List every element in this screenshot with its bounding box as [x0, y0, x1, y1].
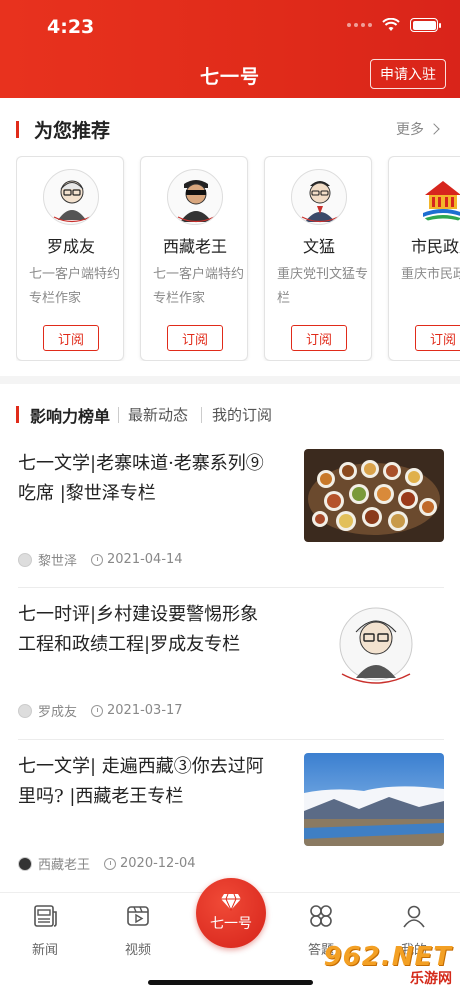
article-thumbnail — [304, 600, 444, 693]
tab-latest-news[interactable]: 最新动态 — [128, 404, 188, 425]
article-date: 2021-03-17 — [107, 703, 183, 718]
article-item[interactable]: 七一文学| 走遍西藏③你去过阿里吗? |西藏老王专栏 西藏老王 2020-12-… — [18, 752, 444, 877]
clock-icon — [91, 553, 104, 566]
author-card[interactable]: 市民政府 重庆市民政府 订阅 — [388, 156, 460, 361]
more-link[interactable]: 更多 — [396, 119, 440, 139]
author-desc: 重庆党刊文猛专栏 — [277, 267, 369, 306]
status-indicators — [347, 18, 441, 32]
author-avatar — [43, 169, 99, 225]
author-name: 市民政府 — [410, 237, 460, 256]
tab-my-subscriptions[interactable]: 我的订阅 — [212, 404, 272, 425]
newspaper-icon — [34, 905, 57, 927]
author-card[interactable]: 罗成友 七一客户端特约专栏作家 订阅 — [16, 156, 124, 361]
author-name: 西藏老王 — [162, 237, 227, 256]
nav-news[interactable]: 新闻 — [15, 903, 75, 958]
section-divider — [0, 376, 460, 384]
signal-icon — [347, 23, 372, 27]
wifi-icon — [382, 18, 400, 31]
author-avatar-small — [18, 703, 32, 718]
battery-icon — [410, 18, 441, 32]
tab-separator — [201, 407, 202, 423]
recommend-title: 为您推荐 — [34, 119, 111, 142]
tab-separator — [118, 407, 119, 423]
clock-icon — [104, 857, 117, 870]
watermark-logo: 962.NET 乐游网 — [324, 942, 452, 988]
list-tabs: 影响力榜单 最新动态 我的订阅 — [0, 402, 460, 428]
chevron-right-icon — [428, 123, 440, 135]
author-avatar-small — [18, 856, 32, 871]
divider — [18, 739, 444, 740]
author-desc: 七一客户端特约专栏作家 — [153, 267, 245, 306]
article-title: 七一时评|乡村建设要警惕形象工程和政绩工程|罗成友专栏 — [18, 604, 259, 655]
article-item[interactable]: 七一时评|乡村建设要警惕形象工程和政绩工程|罗成友专栏 罗成友 2021-03-… — [18, 600, 444, 725]
tab-influence-ranking[interactable]: 影响力榜单 — [30, 403, 110, 427]
user-icon — [403, 905, 425, 928]
nav-qiyihao-center-button[interactable]: 七一号 — [196, 878, 266, 948]
nav-video-label: 视频 — [124, 943, 151, 958]
article-thumbnail — [304, 449, 444, 542]
nav-news-label: 新闻 — [31, 943, 58, 958]
apply-join-button[interactable]: 申请入驻 — [370, 59, 446, 89]
article-meta: 西藏老王 2020-12-04 — [18, 854, 196, 873]
article-title: 七一文学|老寨味道·老寨系列⑨吃席 |黎世泽专栏 — [18, 453, 264, 504]
nav-qiyihao-label: 七一号 — [210, 916, 252, 932]
author-desc: 重庆市民政府 — [401, 267, 460, 282]
article-thumbnail — [304, 753, 444, 846]
video-icon — [127, 906, 149, 926]
gem-icon — [221, 893, 241, 911]
author-avatar — [291, 169, 347, 225]
status-time: 4:23 — [47, 16, 95, 38]
more-label: 更多 — [396, 122, 424, 138]
article-title: 七一文学| 走遍西藏③你去过阿里吗? |西藏老王专栏 — [18, 756, 264, 807]
author-desc: 七一客户端特约专栏作家 — [29, 267, 121, 306]
home-indicator[interactable] — [148, 980, 313, 985]
subscribe-button[interactable]: 订阅 — [167, 325, 223, 351]
divider — [18, 587, 444, 588]
author-name: 文猛 — [302, 237, 335, 256]
author-avatar — [167, 169, 223, 225]
article-author: 西藏老王 — [38, 858, 91, 873]
article-date: 2020-12-04 — [120, 856, 196, 871]
article-date: 2021-04-14 — [107, 552, 183, 567]
author-card[interactable]: 文猛 重庆党刊文猛专栏 订阅 — [264, 156, 372, 361]
author-name: 罗成友 — [46, 237, 95, 256]
government-logo-icon — [415, 169, 460, 225]
article-meta: 黎世泽 2021-04-14 — [18, 550, 183, 569]
article-author: 罗成友 — [38, 705, 78, 720]
article-item[interactable]: 七一文学|老寨味道·老寨系列⑨吃席 |黎世泽专栏 黎世泽 2021-04-14 — [18, 449, 444, 574]
subscribe-button[interactable]: 订阅 — [415, 325, 460, 351]
app-header: 4:23 七一号 申请入驻 — [0, 0, 460, 98]
section-marker — [16, 120, 19, 138]
quiz-icon — [310, 905, 332, 927]
subscribe-button[interactable]: 订阅 — [291, 325, 347, 351]
recommend-carousel[interactable]: 罗成友 七一客户端特约专栏作家 订阅 西藏老王 七一客户端特约专栏作家 订阅 文… — [16, 156, 460, 361]
author-avatar-small — [18, 552, 32, 567]
nav-video[interactable]: 视频 — [108, 903, 168, 958]
author-card[interactable]: 西藏老王 七一客户端特约专栏作家 订阅 — [140, 156, 248, 361]
recommend-header: 为您推荐 更多 — [0, 114, 460, 144]
article-meta: 罗成友 2021-03-17 — [18, 701, 183, 720]
clock-icon — [91, 704, 104, 717]
article-author: 黎世泽 — [38, 554, 78, 569]
subscribe-button[interactable]: 订阅 — [43, 325, 99, 351]
